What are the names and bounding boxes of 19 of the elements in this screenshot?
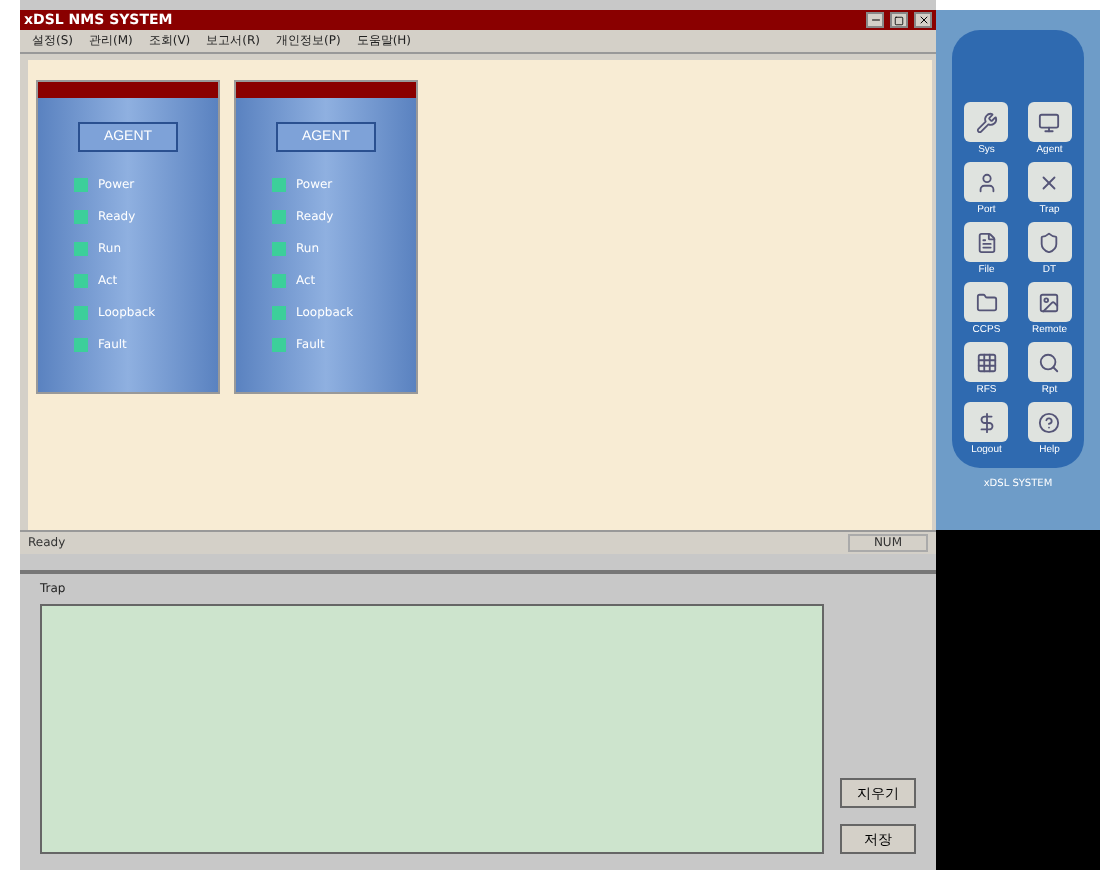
search-icon (1027, 342, 1072, 382)
folder-icon (964, 282, 1009, 322)
monitor-icon (1027, 102, 1072, 142)
user-icon (964, 162, 1009, 202)
maximize-button[interactable] (890, 12, 908, 28)
image-icon (1027, 282, 1072, 322)
close-icon (917, 14, 929, 26)
shield-icon (1027, 222, 1072, 262)
close-button[interactable] (914, 12, 932, 28)
minimize-icon (869, 14, 881, 26)
help-icon (1027, 402, 1072, 442)
minimize-button[interactable] (866, 12, 884, 28)
wrench-icon (964, 102, 1009, 142)
maximize-icon (894, 15, 904, 25)
dollar-icon (964, 402, 1009, 442)
trap-log-area[interactable] (40, 604, 824, 854)
grid-icon (964, 342, 1009, 382)
cross-icon (1027, 162, 1072, 202)
document-icon (964, 222, 1009, 262)
